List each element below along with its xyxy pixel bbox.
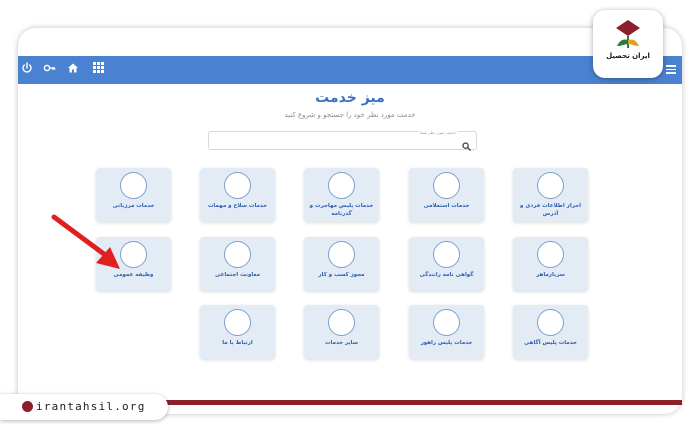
service-circle-icon — [224, 241, 251, 268]
service-label: خدمات مرزبانی — [112, 203, 155, 209]
service-card[interactable]: سربازماهر — [513, 237, 588, 291]
website-text: irantahsil.org — [36, 400, 146, 413]
service-label: خدمات پلیس آگاهی — [524, 340, 577, 346]
service-card[interactable]: گواهی نامه رانندگی — [409, 237, 484, 291]
search-input[interactable]: خدمت مورد نظر شما — [208, 130, 477, 151]
service-card[interactable]: معاونت اجتماعی — [200, 237, 275, 291]
browser-window: میز خدمت خدمت مورد نظر خود را جستجو و شر… — [18, 28, 682, 414]
service-label: خدمات سلاح و مهمات — [207, 203, 268, 209]
logo-text: ایران تحصیل — [606, 52, 650, 60]
home-icon[interactable] — [66, 62, 80, 76]
service-circle-icon — [224, 309, 251, 336]
logo-badge: ایران تحصیل — [593, 10, 663, 78]
service-circle-icon — [537, 309, 564, 336]
service-label: ارتباط با ما — [222, 340, 253, 346]
footer-bar: irantahsil.org — [0, 394, 700, 420]
key-icon[interactable] — [42, 62, 56, 76]
website-badge: irantahsil.org — [0, 394, 168, 420]
power-icon[interactable] — [20, 62, 34, 76]
service-card[interactable]: خدمات پلیس مهاجرت و گذرنامه — [304, 168, 379, 222]
red-arrow-icon — [51, 214, 120, 269]
logo-icon — [616, 20, 640, 48]
screenshot-frame: میز خدمت خدمت مورد نظر خود را جستجو و شر… — [0, 0, 700, 430]
service-circle-icon — [433, 241, 460, 268]
page-title: میز خدمت — [315, 90, 385, 106]
service-circle-icon — [328, 241, 355, 268]
service-circle-icon — [433, 309, 460, 336]
service-circle-icon — [224, 172, 251, 199]
service-label: خدمات پلیس مهاجرت و گذرنامه — [309, 203, 374, 217]
service-card[interactable]: خدمات استعلامی — [409, 168, 484, 222]
service-card[interactable]: مجوز کسب و کار — [304, 237, 379, 291]
top-strip — [18, 28, 682, 56]
service-card[interactable]: ارتباط با ما — [200, 305, 275, 359]
service-label: خدمات پلیس راهور — [420, 340, 473, 346]
service-card[interactable]: سایر خدمات — [304, 305, 379, 359]
globe-icon — [22, 401, 33, 412]
service-card[interactable]: خدمات پلیس راهور — [409, 305, 484, 359]
service-circle-icon — [433, 172, 460, 199]
service-card[interactable]: خدمات سلاح و مهمات — [200, 168, 275, 222]
search-icon[interactable] — [462, 136, 471, 151]
footer-accent-line — [160, 400, 682, 405]
service-label: سربازماهر — [536, 272, 565, 278]
service-card[interactable]: خدمات پلیس آگاهی — [513, 305, 588, 359]
service-label: مجوز کسب و کار — [318, 272, 365, 278]
service-circle-icon — [537, 172, 564, 199]
service-circle-icon — [328, 309, 355, 336]
service-circle-icon — [537, 241, 564, 268]
page-subtitle: خدمت مورد نظر خود را جستجو و شروع کنید — [284, 111, 416, 119]
service-label: خدمات استعلامی — [423, 203, 470, 209]
service-label: سایر خدمات — [324, 340, 358, 346]
service-card[interactable]: احراز اطلاعات فردی و آدرس — [513, 168, 588, 222]
service-label: احراز اطلاعات فردی و آدرس — [520, 203, 581, 217]
service-circle-icon — [120, 172, 147, 199]
service-label: گواهی نامه رانندگی — [419, 272, 474, 278]
navbar — [18, 56, 682, 84]
hamburger-menu-icon[interactable] — [666, 65, 676, 74]
service-label: معاونت اجتماعی — [215, 272, 260, 278]
service-circle-icon — [328, 172, 355, 199]
grid-icon[interactable] — [91, 62, 105, 76]
search-label: خدمت مورد نظر شما — [418, 130, 458, 135]
